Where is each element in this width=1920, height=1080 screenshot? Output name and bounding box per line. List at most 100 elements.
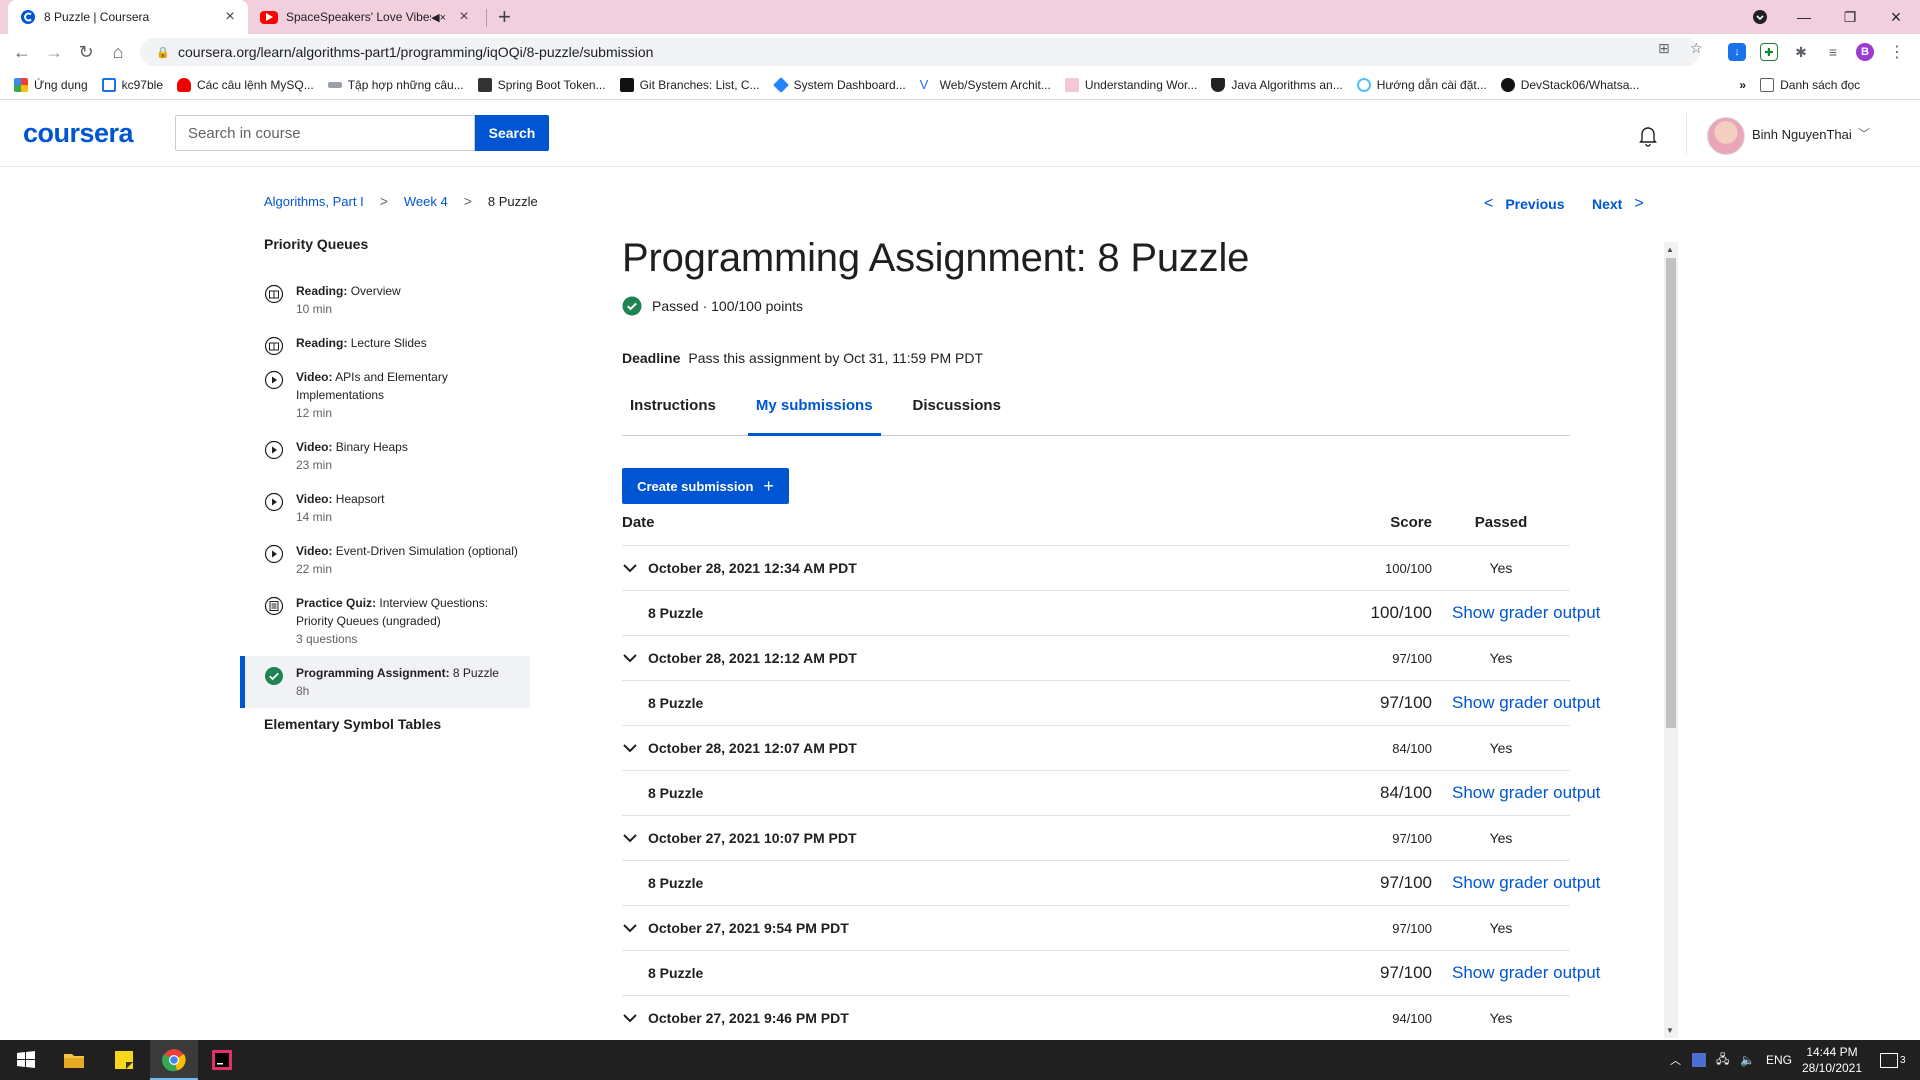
bookmark-item[interactable]: kc97ble [101,77,163,92]
scrollbar-thumb[interactable] [1666,258,1676,728]
table-row[interactable]: October 28, 2021 12:12 AM PDT 97/100 Yes [622,636,1570,681]
chevron-down-icon[interactable] [622,740,638,756]
close-tab-icon[interactable]: × [456,8,472,26]
forward-arrow-icon[interactable]: → [44,42,64,62]
show-grader-output-link[interactable]: Show grader output [1432,783,1600,803]
bookmark-item[interactable]: V Web/System Archit... [920,77,1051,92]
bookmark-item[interactable]: Hướng dẫn cài đặt... [1356,77,1487,92]
chevron-down-icon[interactable] [622,1010,638,1026]
sidebar-item-video-event-driven[interactable]: Video: Event-Driven Simulation (optional… [240,534,530,586]
bookmark-item[interactable]: Understanding Wor... [1064,77,1197,92]
chevron-down-icon[interactable] [622,830,638,846]
show-grader-output-link[interactable]: Show grader output [1432,873,1600,893]
home-icon[interactable]: ⌂ [108,42,128,62]
windows-start-icon[interactable] [12,1046,40,1074]
notification-count: 3 [1900,1054,1906,1066]
bookmark-item[interactable]: Java Algorithms an... [1211,77,1343,92]
translate-icon[interactable]: ⊞ [1658,40,1670,57]
sidebar-item-programming-assignment[interactable]: Programming Assignment: 8 Puzzle 8h [240,656,530,708]
course-sidebar: Priority Queues Reading: Overview 10 min… [240,236,530,738]
back-arrow-icon[interactable]: ← [12,42,32,62]
address-bar[interactable]: 🔒 coursera.org/learn/algorithms-part1/pr… [140,38,1700,66]
table-row: 8 Puzzle 97/100 Show grader output [622,951,1600,996]
sidebar-item-video-heapsort[interactable]: Video: Heapsort 14 min [240,482,530,534]
tab-search-icon[interactable] [1738,0,1782,34]
avatar[interactable] [1707,117,1745,155]
sidebar-item-reading-overview[interactable]: Reading: Overview 10 min [240,274,530,326]
bookmark-apps[interactable]: Ứng dụng [14,77,88,92]
system-clock[interactable]: 14:44 PM 28/10/2021 [1800,1044,1864,1076]
bookmark-item[interactable]: System Dashboard... [772,76,906,93]
bookmarks-overflow-icon[interactable]: » [1739,78,1746,92]
chevron-down-icon[interactable] [622,560,638,576]
chevron-down-icon[interactable] [622,650,638,666]
tab-my-submissions[interactable]: My submissions [747,396,881,436]
previous-button[interactable]: < Previous [1484,195,1564,213]
profile-avatar-icon[interactable]: B [1856,43,1874,61]
bookmark-item[interactable]: DevStack06/Whatsa... [1500,77,1639,92]
notifications-icon[interactable]: 3 [1880,1040,1906,1080]
reload-icon[interactable]: ↻ [76,42,96,62]
bookmark-item[interactable]: Spring Boot Token... [477,77,606,92]
tray-app-icon[interactable] [1692,1040,1706,1080]
scroll-down-arrow-icon[interactable]: ▼ [1666,1026,1674,1035]
sidebar-item-reading-slides[interactable]: Reading: Lecture Slides [240,326,530,360]
sidebar-item-video-apis[interactable]: Video: APIs and Elementary Implementatio… [240,360,530,430]
extension-puzzle-green-icon[interactable]: ✚ [1760,43,1778,61]
show-grader-output-link[interactable]: Show grader output [1432,963,1600,983]
volume-icon[interactable]: 🔈 [1740,1040,1755,1080]
close-window-icon[interactable]: × [1874,0,1918,34]
search-input[interactable] [175,115,475,151]
breadcrumb-week[interactable]: Week 4 [404,194,448,209]
restore-window-icon[interactable]: ❐ [1828,0,1872,34]
next-button[interactable]: Next > [1592,195,1644,213]
breadcrumb-course[interactable]: Algorithms, Part I [264,194,364,209]
table-row[interactable]: October 28, 2021 12:34 AM PDT 100/100 Ye… [622,546,1570,591]
browser-tab-coursera[interactable]: 8 Puzzle | Coursera × [8,0,248,34]
bookmark-item[interactable]: Git Branches: List, C... [619,77,760,92]
play-icon [264,492,284,512]
file-explorer-icon[interactable] [60,1046,88,1074]
coursera-logo[interactable]: coursera [23,118,134,149]
show-grader-output-link[interactable]: Show grader output [1432,603,1600,623]
show-grader-output-link[interactable]: Show grader output [1432,693,1600,713]
intellij-icon[interactable] [208,1046,236,1074]
close-tab-icon[interactable]: × [222,8,238,26]
bookmark-star-icon[interactable]: ☆ [1690,40,1703,57]
extensions-puzzle-icon[interactable]: ✱ [1792,43,1810,61]
tray-overflow-icon[interactable]: ︿ [1670,1040,1681,1080]
browser-tab-youtube[interactable]: SpaceSpeakers' Love Vibes | ◀× × [252,0,482,34]
speaker-muted-icon[interactable]: ◀× [431,11,446,24]
chevron-down-icon[interactable] [622,920,638,936]
deadline: Deadline Pass this assignment by Oct 31, … [622,350,1570,366]
table-row[interactable]: October 27, 2021 10:07 PM PDT 97/100 Yes [622,816,1570,861]
table-row[interactable]: October 27, 2021 9:54 PM PDT 97/100 Yes [622,906,1570,951]
network-icon[interactable]: 🖧 [1716,1040,1729,1080]
reading-list-icon[interactable]: ≡ [1824,43,1842,61]
windows-taskbar: ︿ 🖧 🔈 ENG 14:44 PM 28/10/2021 3 [0,1040,1920,1080]
tab-instructions[interactable]: Instructions [622,396,724,436]
tab-discussions[interactable]: Discussions [905,396,1009,436]
scroll-up-arrow-icon[interactable]: ▲ [1666,245,1674,254]
username[interactable]: Binh NguyenThai [1752,127,1852,142]
bookmark-item[interactable]: Các câu lệnh MySQ... [177,77,314,92]
browser-menu-icon[interactable]: ⋮ [1888,43,1906,61]
sidebar-section-title[interactable]: Priority Queues [240,236,530,258]
reading-list-button[interactable]: Danh sách đọc [1760,77,1860,92]
bookmark-item[interactable]: Tập hợp những câu... [327,78,464,92]
minimize-window-icon[interactable]: — [1782,0,1826,34]
search-button[interactable]: Search [475,115,549,151]
chevron-down-icon[interactable]: ﹀ [1858,125,1870,142]
table-row[interactable]: October 28, 2021 12:07 AM PDT 84/100 Yes [622,726,1570,771]
sidebar-item-video-binary-heaps[interactable]: Video: Binary Heaps 23 min [240,430,530,482]
language-indicator[interactable]: ENG [1766,1040,1792,1080]
sidebar-item-practice-quiz[interactable]: Practice Quiz: Interview Questions: Prio… [240,586,530,656]
bell-icon[interactable] [1636,123,1660,147]
sticky-notes-icon[interactable] [110,1046,138,1074]
new-tab-icon[interactable]: + [498,6,511,28]
sidebar-section-title[interactable]: Elementary Symbol Tables [240,716,530,738]
table-row[interactable]: October 27, 2021 9:46 PM PDT 94/100 Yes [622,996,1570,1041]
chrome-icon[interactable] [160,1046,188,1074]
extension-download-icon[interactable]: ↓ [1728,43,1746,61]
create-submission-button[interactable]: Create submission + [622,468,789,504]
